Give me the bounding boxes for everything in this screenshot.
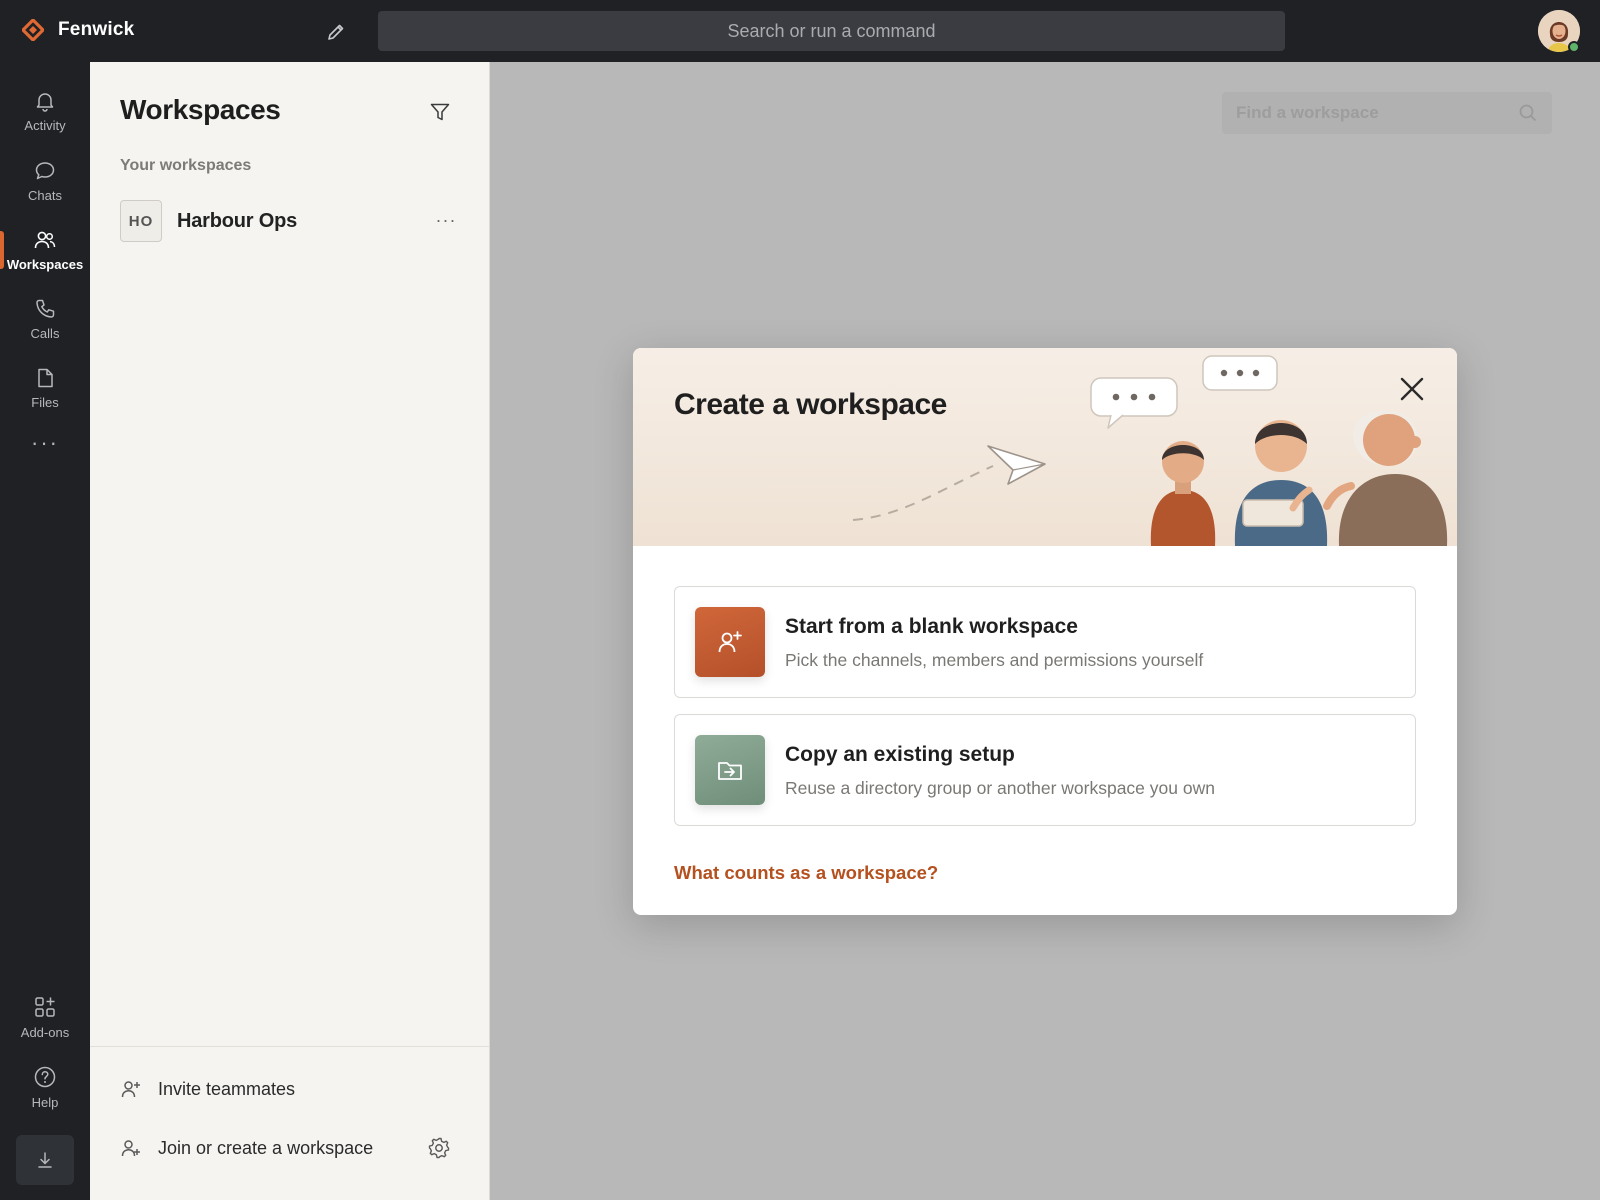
people-icon (34, 231, 56, 248)
workspace-more-button[interactable]: ··· (432, 206, 460, 234)
fenwick-logo-icon (22, 19, 44, 41)
rail-item-workspaces[interactable]: Workspaces (0, 219, 90, 281)
close-icon (1400, 377, 1424, 401)
close-dialog-button[interactable] (1395, 372, 1429, 406)
workspace-initials-badge: HO (120, 200, 162, 242)
dialog-title: Create a workspace (674, 388, 947, 421)
search-placeholder: Search or run a command (727, 20, 936, 41)
create-workspace-dialog: Create a workspace Start from a blank wo… (633, 348, 1457, 915)
join-or-create-label: Join or create a workspace (158, 1137, 374, 1158)
top-bar: Fenwick Search or run a command (0, 0, 1600, 62)
app-rail: Activity Chats Workspaces Calls Files ··… (0, 62, 90, 1200)
option-description: Reuse a directory group or another works… (785, 778, 1215, 798)
what-counts-as-workspace-link[interactable]: What counts as a workspace? (674, 862, 938, 884)
invite-teammates-label: Invite teammates (158, 1078, 296, 1099)
copy-setup-icon-tile (695, 735, 765, 805)
download-icon (38, 1152, 52, 1168)
rail-item-label: Add-ons (20, 1024, 70, 1040)
folder-import-icon (718, 762, 742, 780)
invite-teammates-button[interactable]: Invite teammates (120, 1069, 295, 1109)
rail-item-label: Chats (28, 187, 62, 203)
download-app-button[interactable] (16, 1135, 74, 1185)
phone-icon (36, 299, 55, 318)
search-icon (1519, 104, 1537, 122)
chat-bubble-icon (35, 161, 55, 179)
help-circle-icon (34, 1066, 56, 1087)
rail-more-button[interactable]: ··· (0, 428, 90, 458)
rail-item-label: Help (31, 1094, 59, 1110)
rail-item-label: Workspaces (6, 256, 84, 272)
rail-item-add-ons[interactable]: Add-ons (0, 986, 90, 1048)
gear-icon (428, 1137, 450, 1159)
find-workspace-placeholder: Find a workspace (1236, 103, 1379, 122)
option-title: Copy an existing setup (785, 743, 1015, 766)
workspaces-panel: Workspaces Your workspaces HO Harbour Op… (90, 62, 490, 1200)
workspace-settings-button[interactable] (426, 1135, 452, 1161)
option-title: Start from a blank workspace (785, 615, 1078, 638)
rail-item-help[interactable]: Help (0, 1056, 90, 1118)
add-person-icon (121, 1140, 140, 1157)
apps-grid-icon (35, 996, 55, 1017)
pencil-icon (328, 24, 344, 40)
add-person-icon (121, 1081, 140, 1098)
panel-title: Workspaces (120, 94, 281, 125)
workspace-item-harbour-ops[interactable]: HO Harbour Ops ··· (110, 194, 470, 250)
blank-workspace-icon-tile (695, 607, 765, 677)
rail-item-label: Calls (30, 325, 60, 341)
rail-item-calls[interactable]: Calls (0, 288, 90, 350)
filter-button[interactable] (428, 100, 452, 124)
rail-item-files[interactable]: Files (0, 357, 90, 419)
command-search-input[interactable]: Search or run a command (378, 11, 1285, 51)
compose-button[interactable] (324, 20, 348, 44)
dialog-hero: Create a workspace (633, 348, 1457, 546)
workspace-name: Harbour Ops (177, 210, 298, 232)
rail-item-label: Files (31, 394, 59, 410)
option-copy-existing-setup[interactable]: Copy an existing setup Reuse a directory… (674, 714, 1416, 826)
bell-icon (36, 92, 54, 112)
rail-item-label: Activity (24, 117, 66, 133)
find-workspace-input[interactable]: Find a workspace (1222, 92, 1552, 134)
rail-item-chats[interactable]: Chats (0, 150, 90, 212)
option-blank-workspace[interactable]: Start from a blank workspace Pick the ch… (674, 586, 1416, 698)
join-or-create-workspace-button[interactable]: Join or create a workspace (120, 1128, 373, 1168)
panel-footer: Invite teammates Join or create a worksp… (90, 1046, 489, 1200)
app-name: Fenwick (58, 19, 135, 40)
file-icon (38, 368, 53, 387)
option-description: Pick the channels, members and permissio… (785, 650, 1204, 670)
rail-item-activity[interactable]: Activity (0, 80, 90, 142)
presence-status-indicator (1568, 41, 1580, 53)
add-person-icon (718, 631, 742, 653)
filter-icon (430, 103, 450, 121)
team-illustration (852, 355, 1448, 546)
section-label: Your workspaces (120, 157, 252, 174)
brand[interactable]: Fenwick (22, 19, 134, 41)
